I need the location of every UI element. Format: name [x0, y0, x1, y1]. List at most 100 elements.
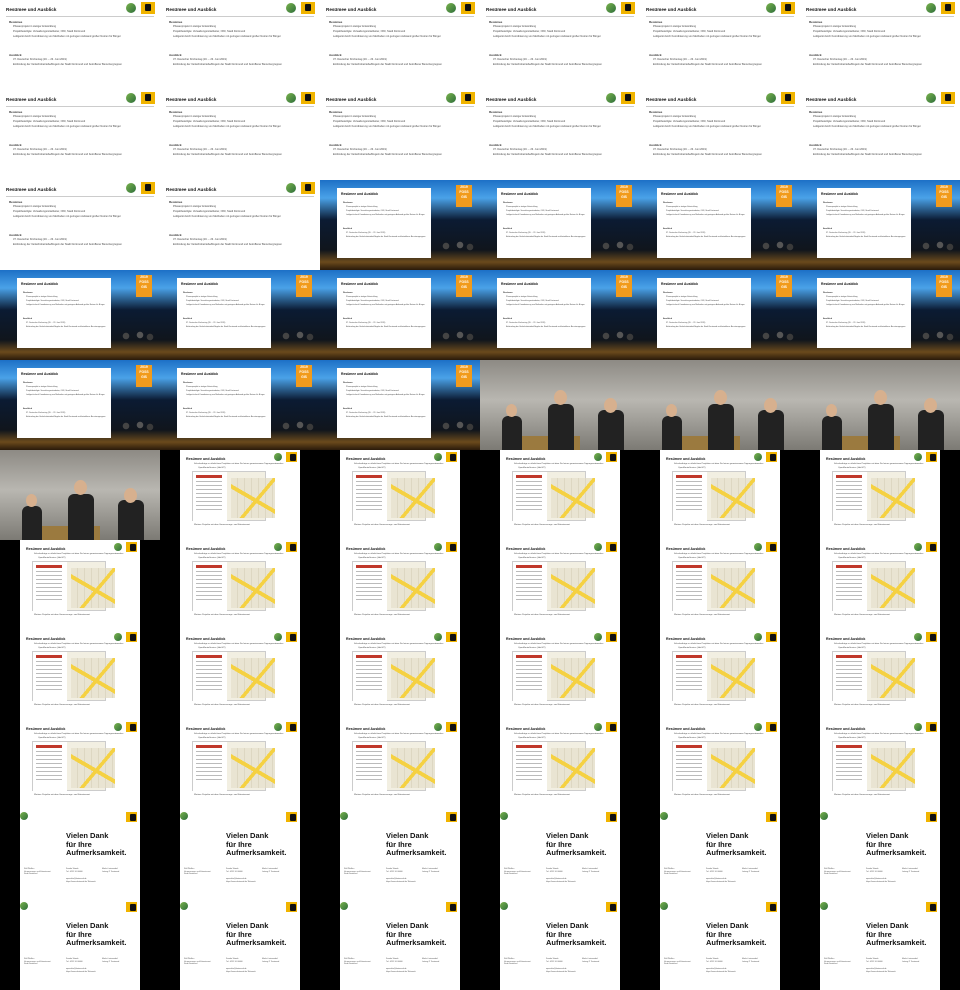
slide-map[interactable]: Resümee und Ausblick Schulaufträge zu äh…: [340, 720, 460, 810]
thumbnail-cell[interactable]: Resümee und Ausblick Schulaufträge zu äh…: [160, 540, 320, 630]
thumbnail-cell[interactable]: Resümee und Ausblick Schulaufträge zu äh…: [480, 720, 640, 810]
thumbnail-cell[interactable]: Vielen Dank für Ihre Aufmerksamkeit. Ral…: [0, 810, 160, 900]
stage-frame[interactable]: Resümee und Ausblick Resümee Phasenproje…: [160, 360, 320, 450]
stage-frame[interactable]: Resümee und Ausblick Resümee Phasenproje…: [160, 270, 320, 360]
slide-map[interactable]: Resümee und Ausblick Schulaufträge zu äh…: [500, 540, 620, 630]
slide-map[interactable]: Resümee und Ausblick Schulaufträge zu äh…: [20, 540, 140, 630]
slide-thanks[interactable]: Vielen Dank für Ihre Aufmerksamkeit. Ral…: [820, 810, 940, 900]
thumbnail-cell[interactable]: Resümee und Ausblick Schulaufträge zu äh…: [320, 540, 480, 630]
thumbnail-cell[interactable]: Resümee und Ausblick Schulaufträge zu äh…: [160, 630, 320, 720]
slide-resumee[interactable]: Resümee und Ausblick Resümee Phasenproje…: [800, 90, 960, 180]
thumbnail-cell[interactable]: Resümee und Ausblick Schulaufträge zu äh…: [640, 630, 800, 720]
slide-map[interactable]: Resümee und Ausblick Schulaufträge zu äh…: [820, 630, 940, 720]
contact-link[interactable]: https://www.dortmund.de/ Netzwerk: [866, 971, 896, 974]
slide-thanks[interactable]: Vielen Dank für Ihre Aufmerksamkeit. Ral…: [340, 900, 460, 990]
slide-resumee[interactable]: Resümee und Ausblick Resümee Phasenproje…: [0, 0, 160, 90]
slide-resumee[interactable]: Resümee und Ausblick Resümee Phasenproje…: [160, 90, 320, 180]
stage-frame[interactable]: Resümee und Ausblick Resümee Phasenproje…: [640, 270, 800, 360]
contact-link[interactable]: https://www.dortmund.de/ Netzwerk: [226, 971, 256, 974]
thumbnail-cell[interactable]: Vielen Dank für Ihre Aufmerksamkeit. Ral…: [160, 900, 320, 990]
slide-map[interactable]: Resümee und Ausblick Schulaufträge zu äh…: [340, 450, 460, 540]
speaker-camera-frame[interactable]: [800, 360, 960, 450]
slide-resumee[interactable]: Resümee und Ausblick Resümee Phasenproje…: [800, 0, 960, 90]
thumbnail-cell[interactable]: Resümee und Ausblick Schulaufträge zu äh…: [480, 540, 640, 630]
thumbnail-cell[interactable]: Resümee und Ausblick Schulaufträge zu äh…: [160, 450, 320, 540]
thumbnail-cell[interactable]: Resümee und Ausblick Resümee Phasenproje…: [800, 270, 960, 360]
thumbnail-cell[interactable]: Resümee und Ausblick Schulaufträge zu äh…: [800, 540, 960, 630]
slide-map[interactable]: Resümee und Ausblick Schulaufträge zu äh…: [180, 450, 300, 540]
contact-link[interactable]: https://www.dortmund.de/ Netzwerk: [386, 881, 416, 884]
contact-link[interactable]: https://www.dortmund.de/ Netzwerk: [66, 971, 96, 974]
slide-map[interactable]: Resümee und Ausblick Schulaufträge zu äh…: [20, 630, 140, 720]
thumbnail-cell[interactable]: Vielen Dank für Ihre Aufmerksamkeit. Ral…: [0, 900, 160, 990]
slide-map[interactable]: Resümee und Ausblick Schulaufträge zu äh…: [660, 720, 780, 810]
slide-map[interactable]: Resümee und Ausblick Schulaufträge zu äh…: [660, 540, 780, 630]
thumbnail-cell[interactable]: Resümee und Ausblick Schulaufträge zu äh…: [0, 540, 160, 630]
slide-resumee[interactable]: Resümee und Ausblick Resümee Phasenproje…: [320, 90, 480, 180]
thumbnail-cell[interactable]: Resümee und Ausblick Resümee Phasenproje…: [0, 0, 160, 90]
slide-thanks[interactable]: Vielen Dank für Ihre Aufmerksamkeit. Ral…: [180, 810, 300, 900]
stage-frame[interactable]: Resümee und Ausblick Resümee Phasenproje…: [320, 270, 480, 360]
slide-resumee[interactable]: Resümee und Ausblick Resümee Phasenproje…: [0, 180, 160, 270]
slide-map[interactable]: Resümee und Ausblick Schulaufträge zu äh…: [500, 450, 620, 540]
thumbnail-cell[interactable]: Resümee und Ausblick Resümee Phasenproje…: [640, 0, 800, 90]
thumbnail-cell[interactable]: Resümee und Ausblick Resümee Phasenproje…: [800, 90, 960, 180]
slide-map[interactable]: Resümee und Ausblick Schulaufträge zu äh…: [500, 630, 620, 720]
slide-resumee[interactable]: Resümee und Ausblick Resümee Phasenproje…: [0, 90, 160, 180]
thumbnail-cell[interactable]: Resümee und Ausblick Schulaufträge zu äh…: [320, 720, 480, 810]
thumbnail-cell[interactable]: Vielen Dank für Ihre Aufmerksamkeit. Ral…: [480, 900, 640, 990]
contact-link[interactable]: https://www.dortmund.de/ Netzwerk: [386, 971, 416, 974]
stage-frame[interactable]: Resümee und Ausblick Resümee Phasenproje…: [0, 270, 160, 360]
thumbnail-cell[interactable]: Resümee und Ausblick Resümee Phasenproje…: [320, 360, 480, 450]
slide-thanks[interactable]: Vielen Dank für Ihre Aufmerksamkeit. Ral…: [500, 810, 620, 900]
stage-frame[interactable]: Resümee und Ausblick Resümee Phasenproje…: [640, 180, 800, 270]
thumbnail-cell[interactable]: Resümee und Ausblick Resümee Phasenproje…: [480, 270, 640, 360]
thumbnail-cell[interactable]: Resümee und Ausblick Resümee Phasenproje…: [0, 90, 160, 180]
thumbnail-cell[interactable]: [480, 360, 640, 450]
thumbnail-cell[interactable]: Resümee und Ausblick Resümee Phasenproje…: [160, 270, 320, 360]
thumbnail-cell[interactable]: Vielen Dank für Ihre Aufmerksamkeit. Ral…: [640, 900, 800, 990]
slide-map[interactable]: Resümee und Ausblick Schulaufträge zu äh…: [660, 630, 780, 720]
slide-resumee[interactable]: Resümee und Ausblick Resümee Phasenproje…: [160, 180, 320, 270]
thumbnail-cell[interactable]: Resümee und Ausblick Resümee Phasenproje…: [160, 90, 320, 180]
thumbnail-cell[interactable]: Resümee und Ausblick Schulaufträge zu äh…: [800, 630, 960, 720]
slide-map[interactable]: Resümee und Ausblick Schulaufträge zu äh…: [180, 630, 300, 720]
thumbnail-cell[interactable]: Resümee und Ausblick Resümee Phasenproje…: [0, 360, 160, 450]
speaker-camera-frame[interactable]: [0, 450, 160, 540]
slide-resumee[interactable]: Resümee und Ausblick Resümee Phasenproje…: [480, 90, 640, 180]
stage-frame[interactable]: Resümee und Ausblick Resümee Phasenproje…: [480, 270, 640, 360]
stage-frame[interactable]: Resümee und Ausblick Resümee Phasenproje…: [320, 360, 480, 450]
stage-frame[interactable]: Resümee und Ausblick Resümee Phasenproje…: [480, 180, 640, 270]
slide-map[interactable]: Resümee und Ausblick Schulaufträge zu äh…: [660, 450, 780, 540]
slide-map[interactable]: Resümee und Ausblick Schulaufträge zu äh…: [820, 450, 940, 540]
thumbnail-cell[interactable]: Vielen Dank für Ihre Aufmerksamkeit. Ral…: [800, 900, 960, 990]
thumbnail-cell[interactable]: Vielen Dank für Ihre Aufmerksamkeit. Ral…: [480, 810, 640, 900]
speaker-camera-frame[interactable]: [640, 360, 800, 450]
thumbnail-cell[interactable]: Resümee und Ausblick Schulaufträge zu äh…: [160, 720, 320, 810]
thumbnail-cell[interactable]: Resümee und Ausblick Schulaufträge zu äh…: [320, 450, 480, 540]
slide-map[interactable]: Resümee und Ausblick Schulaufträge zu äh…: [820, 540, 940, 630]
stage-frame[interactable]: Resümee und Ausblick Resümee Phasenproje…: [800, 270, 960, 360]
thumbnail-cell[interactable]: Resümee und Ausblick Resümee Phasenproje…: [640, 270, 800, 360]
thumbnail-cell[interactable]: Resümee und Ausblick Resümee Phasenproje…: [800, 0, 960, 90]
thumbnail-cell[interactable]: [0, 450, 160, 540]
slide-resumee[interactable]: Resümee und Ausblick Resümee Phasenproje…: [640, 90, 800, 180]
slide-thanks[interactable]: Vielen Dank für Ihre Aufmerksamkeit. Ral…: [340, 810, 460, 900]
contact-link[interactable]: https://www.dortmund.de/ Netzwerk: [706, 971, 736, 974]
slide-thanks[interactable]: Vielen Dank für Ihre Aufmerksamkeit. Ral…: [20, 810, 140, 900]
slide-map[interactable]: Resümee und Ausblick Schulaufträge zu äh…: [20, 720, 140, 810]
slide-resumee[interactable]: Resümee und Ausblick Resümee Phasenproje…: [320, 0, 480, 90]
stage-frame[interactable]: Resümee und Ausblick Resümee Phasenproje…: [320, 180, 480, 270]
thumbnail-cell[interactable]: Resümee und Ausblick Resümee Phasenproje…: [160, 180, 320, 270]
slide-thanks[interactable]: Vielen Dank für Ihre Aufmerksamkeit. Ral…: [20, 900, 140, 990]
slide-resumee[interactable]: Resümee und Ausblick Resümee Phasenproje…: [160, 0, 320, 90]
thumbnail-cell[interactable]: Resümee und Ausblick Resümee Phasenproje…: [0, 180, 160, 270]
thumbnail-cell[interactable]: Resümee und Ausblick Resümee Phasenproje…: [320, 90, 480, 180]
speaker-camera-frame[interactable]: [480, 360, 640, 450]
thumbnail-cell[interactable]: [800, 360, 960, 450]
thumbnail-cell[interactable]: Vielen Dank für Ihre Aufmerksamkeit. Ral…: [640, 810, 800, 900]
thumbnail-cell[interactable]: Resümee und Ausblick Resümee Phasenproje…: [640, 180, 800, 270]
thumbnail-cell[interactable]: Resümee und Ausblick Resümee Phasenproje…: [480, 180, 640, 270]
contact-link[interactable]: https://www.dortmund.de/ Netzwerk: [226, 881, 256, 884]
thumbnail-cell[interactable]: Vielen Dank für Ihre Aufmerksamkeit. Ral…: [320, 810, 480, 900]
